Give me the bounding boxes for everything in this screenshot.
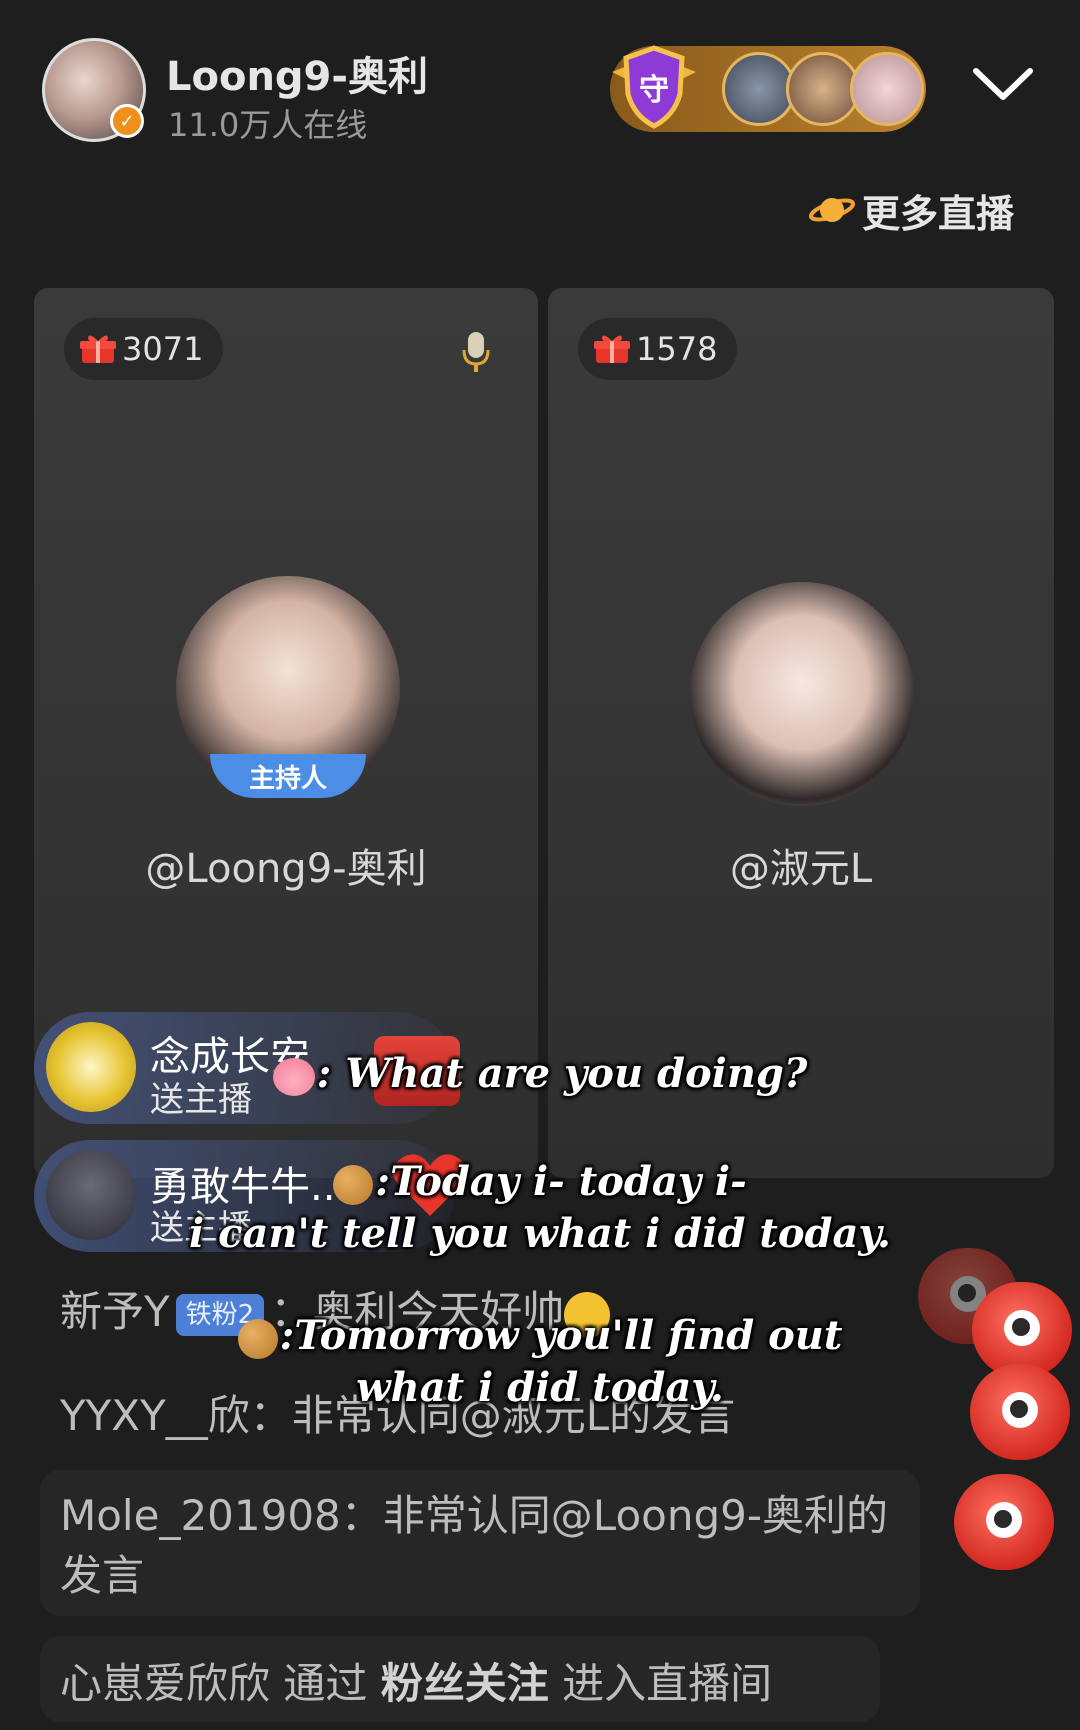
microphone-icon[interactable] [460,330,492,374]
top-fan-avatar[interactable] [850,52,924,126]
pig-emoji-icon [272,1058,315,1096]
cookie-emoji-icon [333,1165,374,1205]
more-live-label: 更多直播 [862,191,1015,236]
subtitle-text: : What are you doing? [316,1050,808,1097]
top-fan-avatar[interactable] [722,52,796,126]
top-fan-avatar[interactable] [786,52,860,126]
subtitle-line: :Tomorrow you'll find out what i did tod… [0,1310,1080,1414]
entry-via: 通过 [283,1659,368,1708]
reaction-button[interactable] [954,1474,1054,1570]
gift-count-badge: 3071 [64,318,224,380]
subtitle-text: :Tomorrow you'll find out [279,1312,843,1359]
chat-message: Mole_201908：非常认同@Loong9-奥利的发言 [60,1486,900,1606]
chevron-down-icon[interactable] [972,60,1034,110]
subtitle-line: :Today i- today i- i can't tell you what… [0,1156,1080,1260]
entry-message: 心崽爱欣欣 通过 粉丝关注 进入直播间 [60,1650,772,1711]
verified-icon: ✓ [110,104,144,138]
subtitle-text: what i did today. [356,1364,724,1411]
gift-count: 1578 [636,330,718,368]
guard-label: 守 [639,73,669,108]
more-live-button[interactable]: 更多直播 [808,184,1014,236]
guest-avatar[interactable] [690,582,914,806]
eye-icon [986,1502,1022,1538]
entry-source: 粉丝关注 [380,1659,549,1708]
host-name[interactable]: Loong9-奥利 [166,44,428,102]
planet-icon [808,198,856,222]
chat-separator: ： [340,1491,383,1540]
gift-count-badge: 1578 [578,318,738,380]
subtitle-line: : What are you doing? [0,1048,1080,1100]
entry-action: 进入直播间 [562,1659,773,1708]
guard-shield-icon[interactable]: 守 [600,42,708,130]
cookie-emoji-icon [237,1319,278,1359]
entry-user[interactable]: 心崽爱欣欣 [60,1659,270,1708]
guest-name[interactable]: @Loong9-奥利 [34,836,538,894]
online-count: 11.0万人在线 [168,106,368,144]
gift-count: 3071 [122,330,204,368]
subtitle-text: :Today i- today i- [375,1158,747,1205]
gift-icon [80,335,116,363]
gift-icon [594,335,630,363]
guest-name[interactable]: @淑元L [548,836,1054,894]
chat-user[interactable]: Mole_201908 [60,1491,341,1540]
host-tag: 主持人 [210,754,366,798]
subtitle-text: i can't tell you what i did today. [189,1210,891,1257]
